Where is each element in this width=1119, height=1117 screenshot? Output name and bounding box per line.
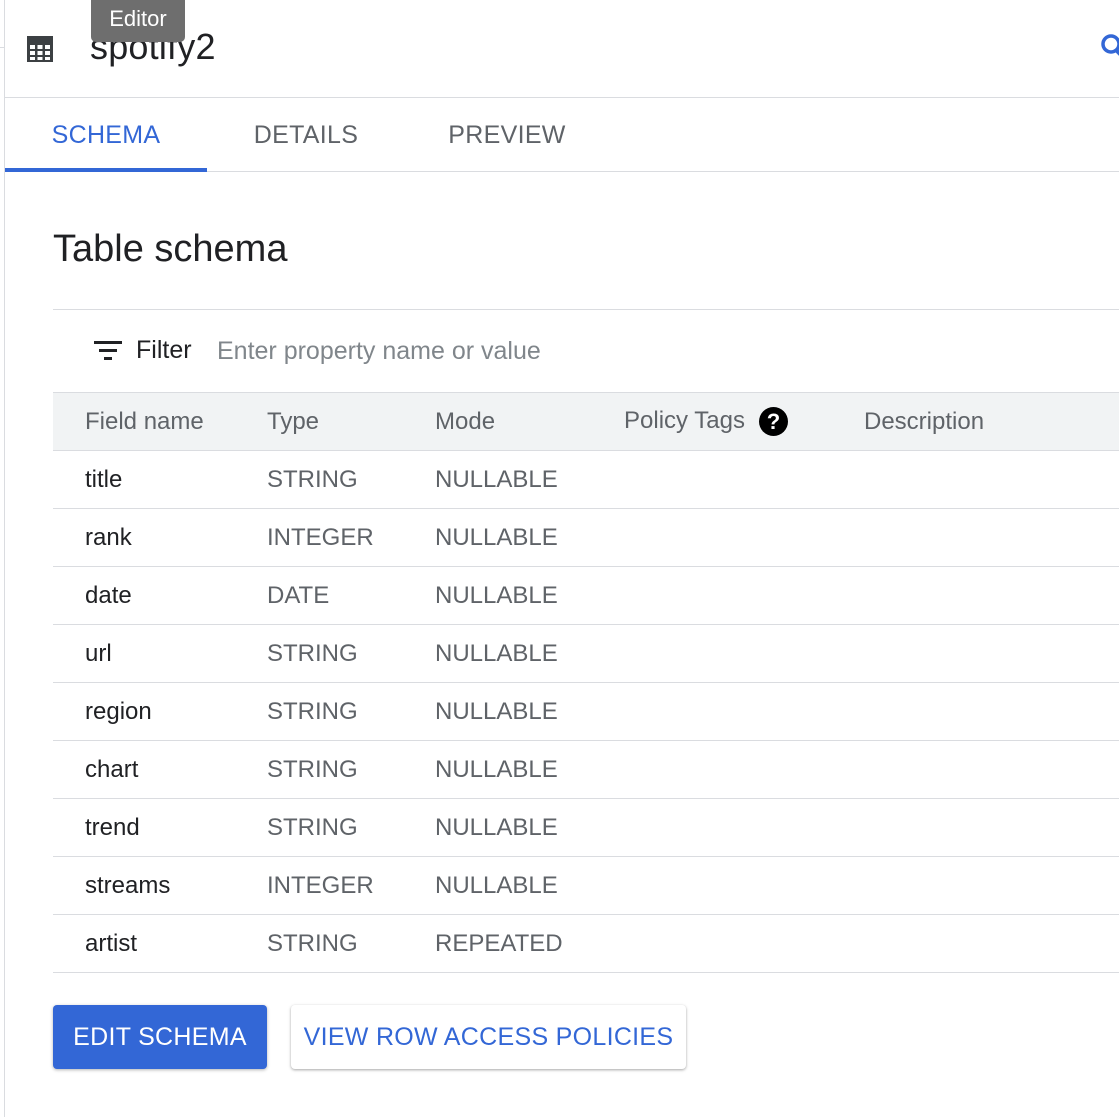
policy-tags-cell: [624, 450, 864, 509]
type-cell: DATE: [267, 566, 435, 625]
column-header-policy-tags[interactable]: Policy Tags?: [624, 392, 864, 451]
tab-preview[interactable]: PREVIEW: [405, 98, 609, 172]
table-row[interactable]: chart STRING NULLABLE: [53, 740, 1119, 799]
help-icon[interactable]: ?: [758, 407, 788, 437]
policy-tags-cell: [624, 914, 864, 973]
type-cell: STRING: [267, 624, 435, 683]
policy-tags-cell: [624, 682, 864, 741]
filter-icon[interactable]: [94, 339, 124, 363]
field-name-cell: region: [53, 682, 267, 741]
description-cell: [864, 914, 1119, 973]
table-header-row: Field name Type Mode Policy Tags? Descri…: [53, 392, 1119, 451]
description-cell: [864, 740, 1119, 799]
field-name-cell: rank: [53, 508, 267, 567]
editor-tooltip: Editor: [91, 0, 185, 42]
policy-tags-cell: [624, 624, 864, 683]
description-cell: [864, 508, 1119, 567]
type-cell: INTEGER: [267, 508, 435, 567]
field-name-cell: trend: [53, 798, 267, 857]
mode-cell: NULLABLE: [435, 450, 624, 509]
description-cell: [864, 682, 1119, 741]
policy-tags-label: Policy Tags: [624, 406, 745, 434]
table-row[interactable]: region STRING NULLABLE: [53, 682, 1119, 741]
field-name-cell: url: [53, 624, 267, 683]
description-cell: [864, 566, 1119, 625]
table-row[interactable]: artist STRING REPEATED: [53, 914, 1119, 973]
policy-tags-cell: [624, 798, 864, 857]
active-tab-indicator: [5, 168, 207, 172]
type-cell: STRING: [267, 914, 435, 973]
policy-tags-cell: [624, 508, 864, 567]
table-row[interactable]: date DATE NULLABLE: [53, 566, 1119, 625]
policy-tags-cell: [624, 740, 864, 799]
schema-table: Field name Type Mode Policy Tags? Descri…: [53, 392, 1119, 973]
policy-tags-cell: [624, 566, 864, 625]
type-cell: STRING: [267, 798, 435, 857]
panel-header: spotify2 Editor: [5, 0, 1119, 98]
type-cell: STRING: [267, 682, 435, 741]
view-row-access-policies-button[interactable]: VIEW ROW ACCESS POLICIES: [291, 1005, 686, 1069]
divider: [53, 309, 1119, 310]
tab-details[interactable]: DETAILS: [207, 98, 405, 172]
search-icon[interactable]: [1097, 32, 1119, 60]
field-name-cell: artist: [53, 914, 267, 973]
mode-cell: NULLABLE: [435, 566, 624, 625]
field-name-cell: title: [53, 450, 267, 509]
mode-cell: REPEATED: [435, 914, 624, 973]
description-cell: [864, 624, 1119, 683]
tab-bar: SCHEMA DETAILS PREVIEW: [5, 98, 1119, 172]
mode-cell: NULLABLE: [435, 740, 624, 799]
description-cell: [864, 450, 1119, 509]
mode-cell: NULLABLE: [435, 856, 624, 915]
column-header-field-name[interactable]: Field name: [53, 392, 267, 451]
column-header-mode[interactable]: Mode: [435, 392, 624, 451]
type-cell: STRING: [267, 740, 435, 799]
field-name-cell: date: [53, 566, 267, 625]
table-details-panel: spotify2 Editor SCHEMA DETAILS PREVIEW T…: [4, 0, 1119, 1117]
filter-input[interactable]: [217, 330, 817, 372]
tab-schema[interactable]: SCHEMA: [5, 98, 207, 172]
table-icon: [27, 36, 53, 62]
table-row[interactable]: title STRING NULLABLE: [53, 450, 1119, 509]
section-title: Table schema: [53, 228, 288, 270]
filter-label[interactable]: Filter: [136, 336, 192, 365]
type-cell: INTEGER: [267, 856, 435, 915]
table-row[interactable]: url STRING NULLABLE: [53, 624, 1119, 683]
edit-schema-button[interactable]: EDIT SCHEMA: [53, 1005, 267, 1069]
field-name-cell: chart: [53, 740, 267, 799]
mode-cell: NULLABLE: [435, 508, 624, 567]
table-row[interactable]: rank INTEGER NULLABLE: [53, 508, 1119, 567]
column-header-type[interactable]: Type: [267, 392, 435, 451]
policy-tags-cell: [624, 856, 864, 915]
table-row[interactable]: trend STRING NULLABLE: [53, 798, 1119, 857]
type-cell: STRING: [267, 450, 435, 509]
mode-cell: NULLABLE: [435, 798, 624, 857]
table-row[interactable]: streams INTEGER NULLABLE: [53, 856, 1119, 915]
description-cell: [864, 798, 1119, 857]
field-name-cell: streams: [53, 856, 267, 915]
mode-cell: NULLABLE: [435, 682, 624, 741]
mode-cell: NULLABLE: [435, 624, 624, 683]
description-cell: [864, 856, 1119, 915]
column-header-description[interactable]: Description: [864, 392, 1119, 451]
